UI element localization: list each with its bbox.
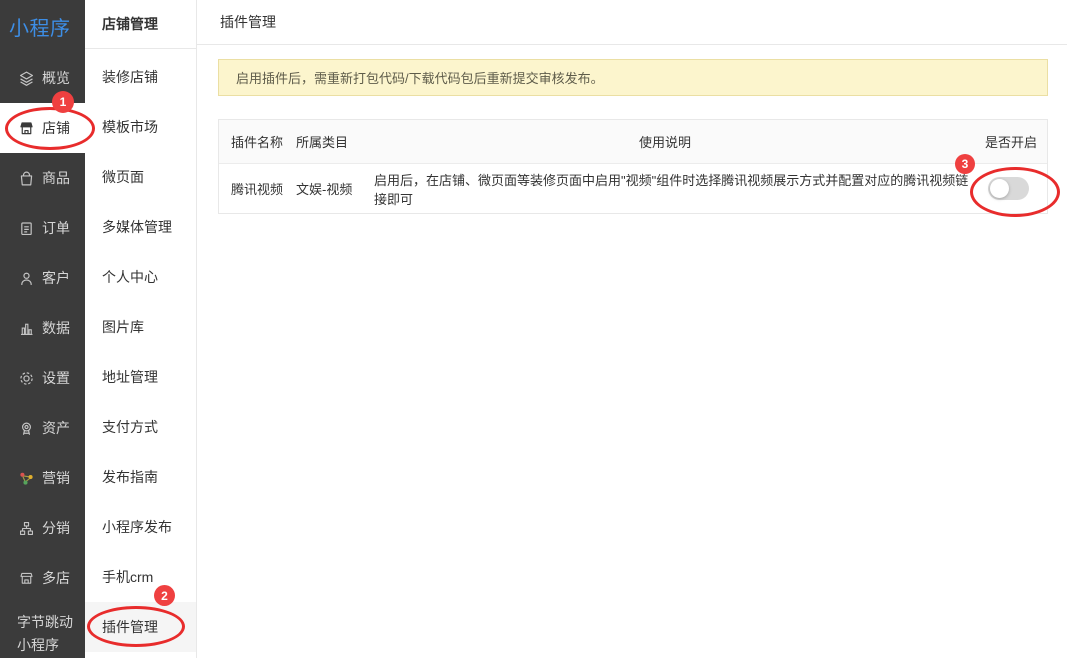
sidebar-item-customers[interactable]: 客户: [0, 253, 85, 303]
col-header-category: 所属类目: [286, 132, 361, 151]
cell-category: 文娱-视频: [286, 179, 361, 198]
order-icon: [18, 220, 35, 237]
submenu-item-decorate-shop[interactable]: 装修店铺: [85, 52, 196, 102]
sidebar-item-label: 数据: [42, 318, 70, 338]
sidebar: 小程序 概览 店铺 商品 订单: [0, 0, 85, 658]
sidebar-item-label: 营销: [42, 468, 70, 488]
sidebar-item-label: 订单: [42, 218, 70, 238]
layers-icon: [18, 70, 35, 87]
cell-plugin-name: 腾讯视频: [219, 179, 286, 198]
marketing-share-icon: [18, 470, 35, 487]
tab-plugin-management[interactable]: 插件管理: [220, 12, 276, 32]
table-header-row: 插件名称 所属类目 使用说明 是否开启: [219, 120, 1047, 164]
sidebar-item-assets[interactable]: 资产: [0, 403, 85, 453]
sidebar-item-label: 商品: [42, 168, 70, 188]
sidebar-item-bytedance-miniprogram[interactable]: 字节跳动小程序: [0, 611, 80, 657]
bag-icon: [18, 170, 35, 187]
topbar: 插件管理: [197, 0, 1067, 45]
sidebar-item-label: 设置: [42, 368, 70, 388]
sidebar-item-label: 分销: [42, 518, 70, 538]
app-logo: 小程序: [0, 0, 85, 53]
submenu-item-micropage[interactable]: 微页面: [85, 152, 196, 202]
submenu-item-multimedia[interactable]: 多媒体管理: [85, 202, 196, 252]
multistore-icon: [18, 570, 35, 587]
notice-banner: 启用插件后，需重新打包代码/下载代码包后重新提交审核发布。: [218, 59, 1048, 96]
plugin-table: 插件名称 所属类目 使用说明 是否开启 腾讯视频 文娱-视频 启用后，在店铺、微…: [218, 119, 1048, 214]
sidebar-item-label: 多店: [42, 568, 70, 588]
cell-usage: 启用后，在店铺、微页面等装修页面中启用"视频"组件时选择腾讯视频展示方式并配置对…: [361, 170, 969, 208]
sidebar-item-label: 店铺: [42, 118, 70, 138]
hierarchy-icon: [18, 520, 35, 537]
submenu-item-address[interactable]: 地址管理: [85, 352, 196, 402]
submenu-item-plugin-management[interactable]: 插件管理: [85, 602, 196, 652]
toggle-knob: [990, 179, 1009, 198]
shop-icon: [18, 120, 35, 137]
table-row: 腾讯视频 文娱-视频 启用后，在店铺、微页面等装修页面中启用"视频"组件时选择腾…: [219, 164, 1047, 213]
sidebar-item-shop[interactable]: 店铺: [0, 103, 85, 153]
submenu-item-publish-guide[interactable]: 发布指南: [85, 452, 196, 502]
submenu-item-template-market[interactable]: 模板市场: [85, 102, 196, 152]
plugin-enable-toggle[interactable]: [988, 177, 1029, 200]
col-header-usage: 使用说明: [361, 132, 969, 151]
main-content: 插件管理 启用插件后，需重新打包代码/下载代码包后重新提交审核发布。 插件名称 …: [197, 0, 1067, 658]
cell-enabled: [969, 177, 1047, 200]
submenu-item-miniprogram-publish[interactable]: 小程序发布: [85, 502, 196, 552]
asset-medal-icon: [18, 420, 35, 437]
sidebar-item-overview[interactable]: 概览: [0, 53, 85, 103]
sidebar-item-data[interactable]: 数据: [0, 303, 85, 353]
sidebar-item-distribution[interactable]: 分销: [0, 503, 85, 553]
app-window: 小程序 概览 店铺 商品 订单: [0, 0, 1067, 658]
sidebar-item-settings[interactable]: 设置: [0, 353, 85, 403]
chart-icon: [18, 320, 35, 337]
col-header-plugin-name: 插件名称: [219, 132, 286, 151]
submenu-item-image-library[interactable]: 图片库: [85, 302, 196, 352]
submenu-item-mobile-crm[interactable]: 手机crm: [85, 552, 196, 602]
submenu-item-personal-center[interactable]: 个人中心: [85, 252, 196, 302]
gear-icon: [18, 370, 35, 387]
sidebar-item-label: 资产: [42, 418, 70, 438]
submenu-item-payment[interactable]: 支付方式: [85, 402, 196, 452]
sidebar-item-label: 客户: [42, 268, 70, 288]
sidebar-item-orders[interactable]: 订单: [0, 203, 85, 253]
notice-text: 启用插件后，需重新打包代码/下载代码包后重新提交审核发布。: [236, 68, 604, 87]
sidebar-item-goods[interactable]: 商品: [0, 153, 85, 203]
submenu-list: 装修店铺 模板市场 微页面 多媒体管理 个人中心 图片库 地址管理 支付方式 发…: [85, 52, 196, 652]
customer-icon: [18, 270, 35, 287]
col-header-enabled: 是否开启: [969, 132, 1047, 151]
sidebar-item-label: 概览: [42, 68, 70, 88]
sidebar-item-marketing[interactable]: 营销: [0, 453, 85, 503]
submenu-header: 店铺管理: [85, 0, 196, 49]
sidebar-item-multistore[interactable]: 多店: [0, 553, 85, 603]
submenu: 店铺管理 装修店铺 模板市场 微页面 多媒体管理 个人中心 图片库 地址管理 支…: [85, 0, 197, 658]
